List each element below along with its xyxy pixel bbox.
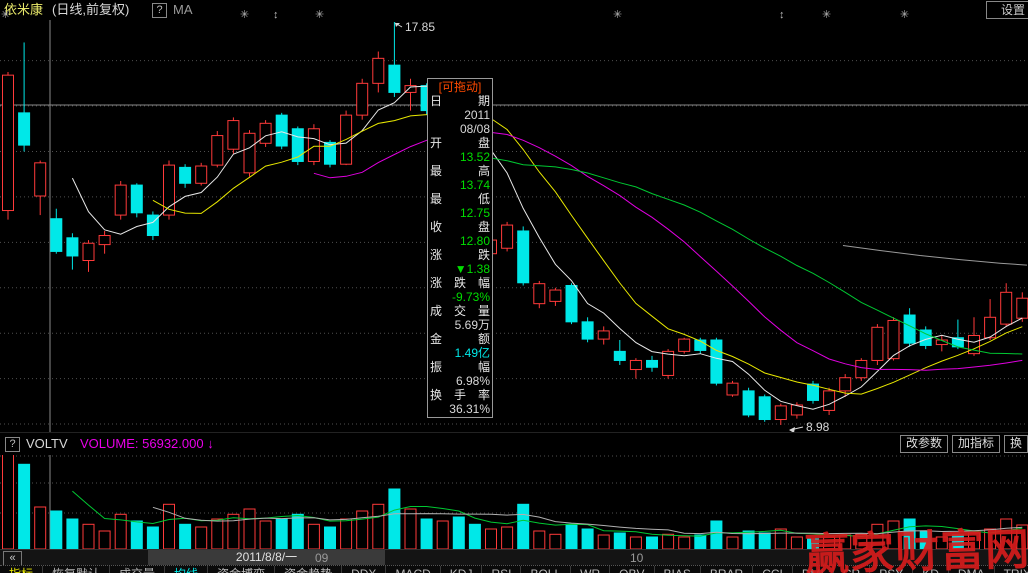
event-star-icon: ✳ <box>900 9 909 21</box>
event-star-icon: ✳ <box>240 9 249 21</box>
quote-field-label: 成交量 <box>430 304 490 318</box>
title-bar: 依米康 (日线,前复权) ? MA 设置 <box>0 0 1028 20</box>
switch-indicator-button[interactable]: 换 <box>1004 435 1028 453</box>
tab-rsi[interactable]: RSI <box>482 566 521 573</box>
quote-field-label: 日 期 <box>430 94 490 108</box>
quote-field-label: 开 盘 <box>430 136 490 150</box>
high-price-label: 17.85 <box>405 20 435 34</box>
ma-indicator-label: MA <box>173 0 193 19</box>
event-star-icon: ✳ <box>822 9 831 21</box>
tab-obv[interactable]: OBV <box>610 566 654 573</box>
quote-field-value: 12.75 <box>430 206 490 220</box>
quote-field-label: 振 幅 <box>430 360 490 374</box>
quote-field-label: 金 额 <box>430 332 490 346</box>
main-chart-svg: 17.85 8.98 <box>0 20 1028 432</box>
tab-cci[interactable]: CCI <box>753 566 793 573</box>
volume-svg <box>0 455 1028 550</box>
status-bar: « 2011/8/8/一 09 10 <box>0 549 1028 566</box>
quote-field-value: 5.69万 <box>430 318 490 332</box>
event-star-icon: ✳ <box>1 9 10 21</box>
add-indicator-button[interactable]: 加指标 <box>952 435 1000 453</box>
quote-field-label: 涨 跌 <box>430 248 490 262</box>
quote-info-rows: 日 期201108/08开 盘13.52最 高13.74最 低12.75收 盘1… <box>430 94 490 416</box>
tab-cr[interactable]: CR <box>834 566 870 573</box>
month-axis-label: 10 <box>630 551 643 565</box>
tab-psy[interactable]: PSY <box>870 566 913 573</box>
quote-field-label: 换手率 <box>430 388 490 402</box>
tab-trix[interactable]: TRIX <box>995 566 1028 573</box>
indicator-name: VOLTV <box>26 436 68 451</box>
period-label: (日线,前复权) <box>52 0 129 19</box>
help-icon[interactable]: ? <box>5 437 20 452</box>
ex-rights-arrow-icon: ↕ <box>273 9 279 21</box>
tab-kd[interactable]: KD <box>913 566 949 573</box>
quote-field-value: -9.73% <box>430 290 490 304</box>
tab-kdj[interactable]: KDJ <box>441 566 483 573</box>
scrollbar-thumb-date[interactable]: 2011/8/8/一 <box>148 550 385 565</box>
tab-indicator-2[interactable]: 成交量 <box>110 566 165 573</box>
indicator-buttons: 改参数 加指标 换 <box>900 435 1028 453</box>
tab-brar[interactable]: BRAR <box>701 566 753 573</box>
quote-field-value: 12.80 <box>430 234 490 248</box>
tab-indicator-1[interactable]: 恢复默认 <box>43 566 110 573</box>
quote-field-label: 最 低 <box>430 192 490 206</box>
quote-info-panel[interactable]: [可拖动] 日 期201108/08开 盘13.52最 高13.74最 低12.… <box>427 78 493 418</box>
drag-hint: [可拖动] <box>430 80 490 94</box>
scroll-left-button[interactable]: « <box>3 551 22 566</box>
indicator-tab-bar: 指标恢复默认成交量均线资金博弈资金趋势DDXMACDKDJRSIBOLLWROB… <box>0 565 1028 573</box>
tab-dmi[interactable]: DMI <box>793 566 834 573</box>
volume-pane[interactable] <box>0 455 1028 550</box>
quote-field-value: 08/08 <box>430 122 490 136</box>
quote-field-value: 13.52 <box>430 150 490 164</box>
event-star-icon: ✳ <box>613 9 622 21</box>
tab-dma[interactable]: DMA <box>949 566 995 573</box>
quote-field-value: ▼1.38 <box>430 262 490 276</box>
volume-readout: VOLUME: 56932.000 ↓ <box>80 436 214 451</box>
ex-rights-arrow-icon: ↕ <box>779 9 785 21</box>
settings-button[interactable]: 设置 <box>986 1 1028 19</box>
tab-indicator-4[interactable]: 资金博弈 <box>208 566 275 573</box>
quote-field-label: 收 盘 <box>430 220 490 234</box>
volume-indicator-header: ? VOLTV VOLUME: 56932.000 ↓ 改参数 加指标 换 <box>0 432 1028 456</box>
quote-field-value: 36.31% <box>430 402 490 416</box>
quote-field-value: 13.74 <box>430 178 490 192</box>
stock-chart-app: 依米康 (日线,前复权) ? MA 设置 17.858.98 ✳✳✳✳✳✳↕↕ … <box>0 0 1028 573</box>
tab-indicator-3[interactable]: 均线 <box>165 566 208 573</box>
quote-field-value: 1.49亿 <box>430 346 490 360</box>
change-params-button[interactable]: 改参数 <box>900 435 948 453</box>
low-price-label: 8.98 <box>806 420 830 432</box>
month-axis-label: 09 <box>315 551 328 565</box>
tab-macd[interactable]: MACD <box>386 566 440 573</box>
quote-field-label: 涨跌幅 <box>430 276 490 290</box>
tab-boll[interactable]: BOLL <box>521 566 571 573</box>
quote-field-value: 2011 <box>430 108 490 122</box>
tab-indicator-0[interactable]: 指标 <box>0 566 43 573</box>
help-icon[interactable]: ? <box>152 3 167 18</box>
main-candlestick-chart[interactable]: 17.85 8.98 <box>0 20 1028 432</box>
event-star-icon: ✳ <box>315 9 324 21</box>
tab-ddx[interactable]: DDX <box>342 566 386 573</box>
quote-field-label: 最 高 <box>430 164 490 178</box>
tab-bias[interactable]: BIAS <box>655 566 701 573</box>
quote-field-value: 6.98% <box>430 374 490 388</box>
tab-indicator-5[interactable]: 资金趋势 <box>275 566 342 573</box>
tab-wr[interactable]: WR <box>571 566 610 573</box>
